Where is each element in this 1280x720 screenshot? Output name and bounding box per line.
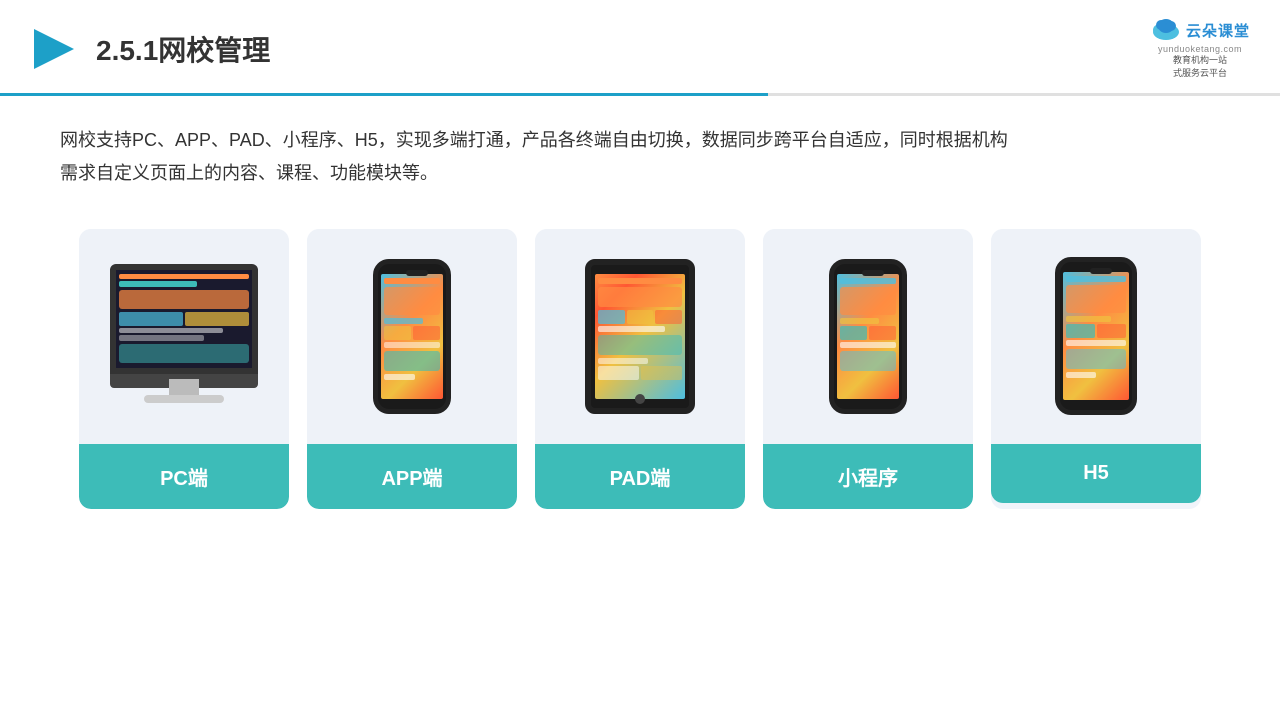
card-app-label: APP端 (307, 444, 517, 509)
title-text: 2.5.1网校管理 (96, 35, 270, 66)
header: 2.5.1网校管理 云朵课堂 yunduoketang.com 教育机构一站式服… (0, 0, 1280, 79)
card-pad: PAD端 (535, 229, 745, 509)
tablet-screen (595, 274, 685, 399)
phone-mockup-miniapp (829, 259, 907, 414)
cloud-icon (1150, 18, 1182, 42)
phone-screen-app (381, 274, 443, 399)
phone-notch-h5 (1090, 268, 1112, 274)
phone-mockup-h5 (1055, 257, 1137, 415)
phone-screen-h5 (1063, 272, 1129, 400)
logo-sub: 教育机构一站式服务云平台 (1173, 54, 1227, 79)
logo-text-cn: 云朵课堂 (1186, 20, 1250, 41)
tablet-mockup (585, 259, 695, 414)
card-h5-label: H5 (991, 444, 1201, 503)
logo-cloud: 云朵课堂 (1150, 18, 1250, 42)
card-pc: PC端 (79, 229, 289, 509)
card-miniapp: 小程序 (763, 229, 973, 509)
logo-area: 云朵课堂 yunduoketang.com 教育机构一站式服务云平台 (1150, 18, 1250, 79)
phone-mockup-app (373, 259, 451, 414)
card-app-image (307, 229, 517, 444)
cards-area: PC端 (0, 229, 1280, 509)
tablet-home-button (635, 394, 645, 404)
phone-notch-miniapp (862, 270, 884, 276)
logo-text-en: yunduoketang.com (1158, 44, 1242, 54)
monitor-screen (110, 264, 258, 374)
card-miniapp-label: 小程序 (763, 444, 973, 509)
monitor-stand (169, 379, 199, 395)
card-app: APP端 (307, 229, 517, 509)
phone-screen-miniapp (837, 274, 899, 399)
description-text: 网校支持PC、APP、PAD、小程序、H5，实现多端打通，产品各终端自由切换，数… (0, 96, 1280, 191)
page-title: 2.5.1网校管理 (96, 29, 270, 69)
card-h5: H5 (991, 229, 1201, 509)
card-pad-label: PAD端 (535, 444, 745, 509)
card-pc-image (79, 229, 289, 444)
card-h5-image (991, 229, 1201, 444)
monitor-mockup (99, 264, 269, 409)
card-pc-label: PC端 (79, 444, 289, 509)
phone-notch-app (406, 270, 428, 276)
play-icon (30, 25, 78, 73)
card-pad-image (535, 229, 745, 444)
card-miniapp-image (763, 229, 973, 444)
monitor-base (144, 395, 224, 403)
header-left: 2.5.1网校管理 (30, 25, 270, 73)
